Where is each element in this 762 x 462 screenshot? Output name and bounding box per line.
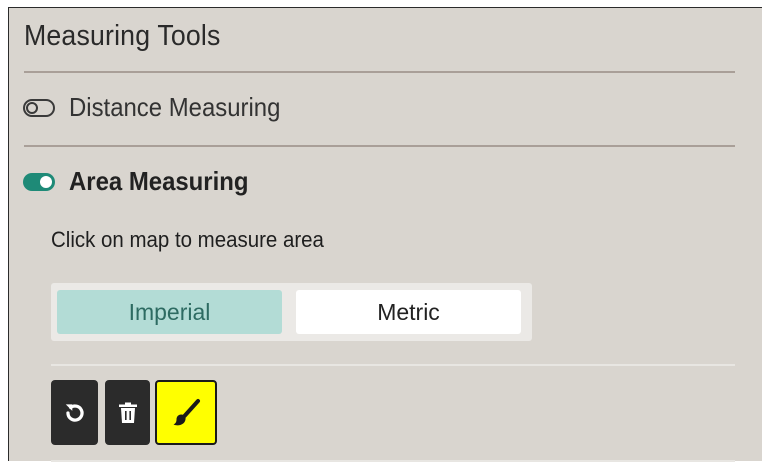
unit-option-metric[interactable]: Metric bbox=[296, 290, 521, 334]
clear-button[interactable] bbox=[105, 380, 150, 445]
paintbrush-icon bbox=[173, 398, 200, 425]
measuring-tools-panel: Measuring Tools Distance Measuring Area … bbox=[8, 7, 762, 462]
distance-measuring-label: Distance Measuring bbox=[69, 92, 281, 122]
unit-selector: Imperial Metric bbox=[51, 283, 532, 341]
area-hint-text: Click on map to measure area bbox=[51, 227, 324, 252]
panel-title: Measuring Tools bbox=[24, 20, 221, 52]
area-measuring-label: Area Measuring bbox=[69, 166, 249, 196]
distance-measuring-toggle-row[interactable]: Distance Measuring bbox=[23, 92, 299, 123]
divider bbox=[24, 71, 735, 73]
undo-button[interactable] bbox=[51, 380, 98, 445]
toggle-on-icon[interactable] bbox=[23, 172, 55, 191]
undo-icon bbox=[65, 403, 84, 422]
divider bbox=[24, 145, 735, 147]
area-measuring-toggle-row[interactable]: Area Measuring bbox=[23, 166, 264, 197]
divider bbox=[51, 364, 735, 366]
toggle-off-icon[interactable] bbox=[23, 98, 55, 117]
style-button[interactable] bbox=[155, 380, 217, 445]
unit-option-imperial[interactable]: Imperial bbox=[57, 290, 282, 334]
trash-icon bbox=[118, 402, 137, 423]
